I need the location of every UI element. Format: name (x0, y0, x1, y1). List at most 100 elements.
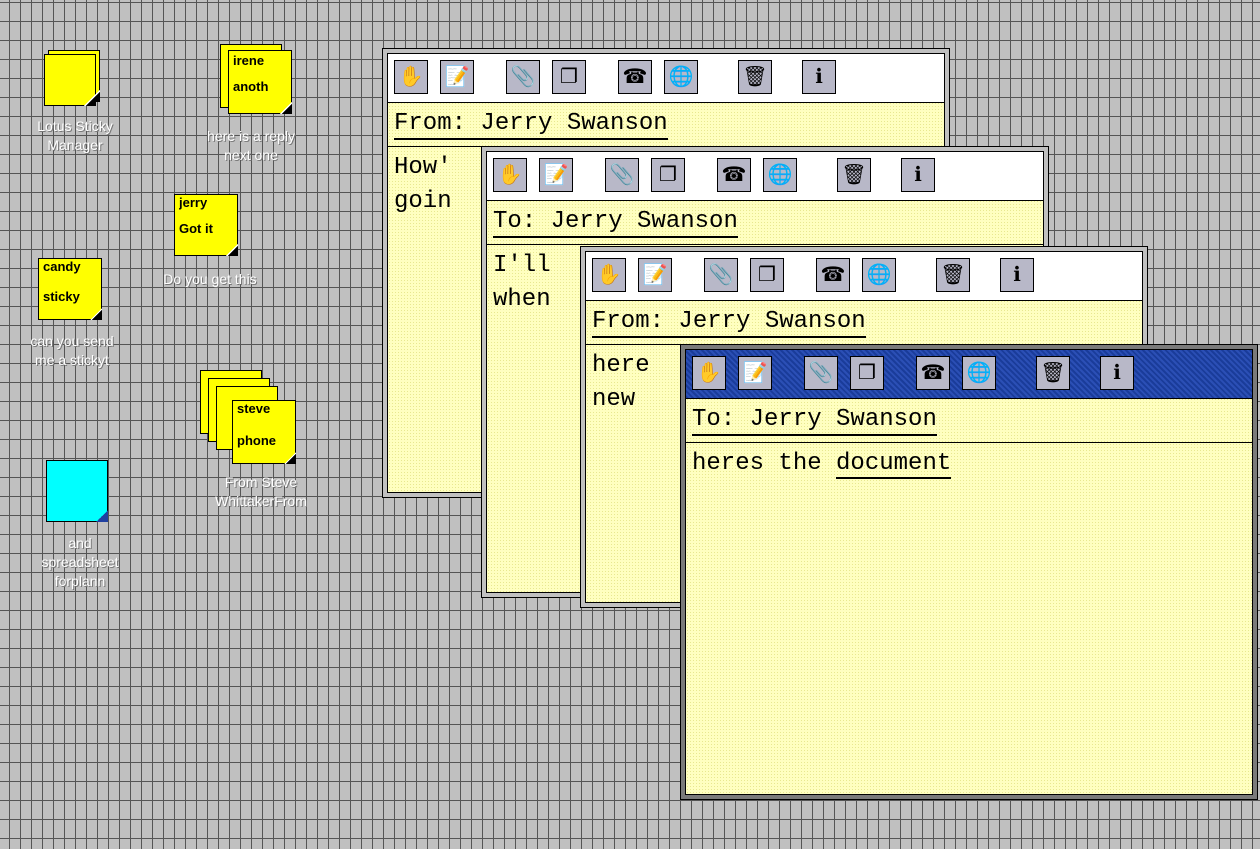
note-body-line[interactable]: How' (394, 152, 452, 184)
info-icon-glyph: ℹ (815, 66, 823, 88)
hand-icon-glyph: ✋ (398, 66, 424, 88)
phone-icon[interactable]: ☎ (717, 158, 751, 192)
note-title: irene (233, 53, 265, 68)
steve-note-stack-icon[interactable]: steve phone (200, 370, 300, 466)
trash-icon-glyph: 🗑 (1040, 362, 1066, 384)
info-icon-glyph: ℹ (1013, 264, 1021, 286)
copy-icon[interactable]: ❐ (651, 158, 685, 192)
note-toolbar-active: ✋ 📝 📎 ❐ ☎ 🌐 🗑 ℹ (686, 350, 1252, 399)
note-title: jerry (179, 195, 208, 210)
paperclip-icon-glyph: 📎 (510, 66, 536, 88)
globe-icon[interactable]: 🌐 (763, 158, 797, 192)
info-icon-glyph: ℹ (914, 164, 922, 186)
globe-icon[interactable]: 🌐 (862, 258, 896, 292)
phone-icon-glyph: ☎ (820, 264, 846, 286)
copy-icon-glyph: ❐ (858, 362, 876, 384)
copy-icon[interactable]: ❐ (750, 258, 784, 292)
irene-note-icon[interactable]: irene anoth (220, 44, 300, 116)
icon-label: can you send me a stickyt (30, 333, 114, 368)
hand-icon[interactable]: ✋ (394, 60, 428, 94)
copy-icon-glyph: ❐ (659, 164, 677, 186)
trash-icon-glyph: 🗑 (742, 66, 768, 88)
notepad-icon-glyph: 📝 (742, 362, 768, 384)
hand-icon-glyph: ✋ (497, 164, 523, 186)
note-header: From: Jerry Swanson (394, 110, 668, 140)
note-header: From: Jerry Swanson (592, 308, 866, 338)
notepad-icon[interactable]: 📝 (638, 258, 672, 292)
note-title: candy (43, 259, 81, 274)
copy-icon-glyph: ❐ (758, 264, 776, 286)
copy-icon[interactable]: ❐ (850, 356, 884, 390)
paperclip-icon[interactable]: 📎 (605, 158, 639, 192)
note-header: To: Jerry Swanson (692, 406, 937, 436)
globe-icon-glyph: 🌐 (668, 66, 694, 88)
phone-icon-glyph: ☎ (721, 164, 747, 186)
note-title: steve (237, 401, 271, 416)
paperclip-icon-glyph: 📎 (609, 164, 635, 186)
trash-icon[interactable]: 🗑 (837, 158, 871, 192)
note-body-line[interactable]: new (592, 384, 635, 416)
hand-icon[interactable]: ✋ (493, 158, 527, 192)
note-preview: Got it (179, 221, 213, 236)
info-icon[interactable]: ℹ (802, 60, 836, 94)
note-header: To: Jerry Swanson (493, 208, 738, 238)
note-preview: phone (237, 433, 276, 448)
globe-icon[interactable]: 🌐 (962, 356, 996, 390)
jerry-note-icon[interactable]: jerry Got it (174, 194, 240, 258)
hand-icon[interactable]: ✋ (592, 258, 626, 292)
paperclip-icon-glyph: 📎 (708, 264, 734, 286)
info-icon[interactable]: ℹ (1100, 356, 1134, 390)
phone-icon-glyph: ☎ (920, 362, 946, 384)
info-icon[interactable]: ℹ (901, 158, 935, 192)
paperclip-icon-glyph: 📎 (808, 362, 834, 384)
note-body-line[interactable]: goin (394, 186, 452, 218)
icon-label: and spreadsheet forplann (41, 535, 119, 589)
note-body-line[interactable]: I'll (493, 250, 551, 282)
spreadsheet-note-icon[interactable] (46, 460, 110, 524)
globe-icon[interactable]: 🌐 (664, 60, 698, 94)
icon-label: Do you get this (163, 271, 257, 287)
notepad-icon[interactable]: 📝 (738, 356, 772, 390)
trash-icon[interactable]: 🗑 (1036, 356, 1070, 390)
info-icon[interactable]: ℹ (1000, 258, 1034, 292)
note-toolbar: ✋ 📝 📎 ❐ ☎ 🌐 🗑 ℹ (487, 152, 1043, 201)
phone-icon[interactable]: ☎ (816, 258, 850, 292)
notepad-icon-glyph: 📝 (444, 66, 470, 88)
paperclip-icon[interactable]: 📎 (506, 60, 540, 94)
copy-icon-glyph: ❐ (560, 66, 578, 88)
hand-icon-glyph: ✋ (596, 264, 622, 286)
trash-icon-glyph: 🗑 (841, 164, 867, 186)
copy-icon[interactable]: ❐ (552, 60, 586, 94)
notepad-icon[interactable]: 📝 (440, 60, 474, 94)
trash-icon[interactable]: 🗑 (738, 60, 772, 94)
hand-icon-glyph: ✋ (696, 362, 722, 384)
note-preview: sticky (43, 289, 80, 304)
info-icon-glyph: ℹ (1113, 362, 1121, 384)
paperclip-icon[interactable]: 📎 (804, 356, 838, 390)
lotus-sticky-manager-icon[interactable] (44, 50, 104, 110)
trash-icon-glyph: 🗑 (940, 264, 966, 286)
phone-icon[interactable]: ☎ (916, 356, 950, 390)
notepad-icon-glyph: 📝 (543, 164, 569, 186)
notepad-icon[interactable]: 📝 (539, 158, 573, 192)
globe-icon-glyph: 🌐 (866, 264, 892, 286)
icon-label: Lotus Sticky Manager (37, 118, 113, 153)
icon-label: From Steve WhittakerFrom (215, 474, 307, 509)
trash-icon[interactable]: 🗑 (936, 258, 970, 292)
note-body-line[interactable]: when (493, 284, 551, 316)
sticky-window-active[interactable]: ✋ 📝 📎 ❐ ☎ 🌐 🗑 ℹ To: Jerry Swanson heres the doc… (680, 344, 1258, 800)
hand-icon[interactable]: ✋ (692, 356, 726, 390)
globe-icon-glyph: 🌐 (966, 362, 992, 384)
phone-icon[interactable]: ☎ (618, 60, 652, 94)
note-preview: anoth (233, 79, 269, 94)
icon-label: here is a reply next one (207, 128, 295, 163)
notepad-icon-glyph: 📝 (642, 264, 668, 286)
note-body-line[interactable]: here (592, 350, 650, 382)
paperclip-icon[interactable]: 📎 (704, 258, 738, 292)
candy-note-icon[interactable]: candy sticky (38, 258, 104, 322)
globe-icon-glyph: 🌐 (767, 164, 793, 186)
phone-icon-glyph: ☎ (622, 66, 648, 88)
note-toolbar: ✋ 📝 📎 ❐ ☎ 🌐 🗑 ℹ (586, 252, 1142, 301)
note-body-line[interactable]: heres the document (692, 448, 952, 480)
note-toolbar: ✋ 📝 📎 ❐ ☎ 🌐 🗑 ℹ (388, 54, 944, 103)
